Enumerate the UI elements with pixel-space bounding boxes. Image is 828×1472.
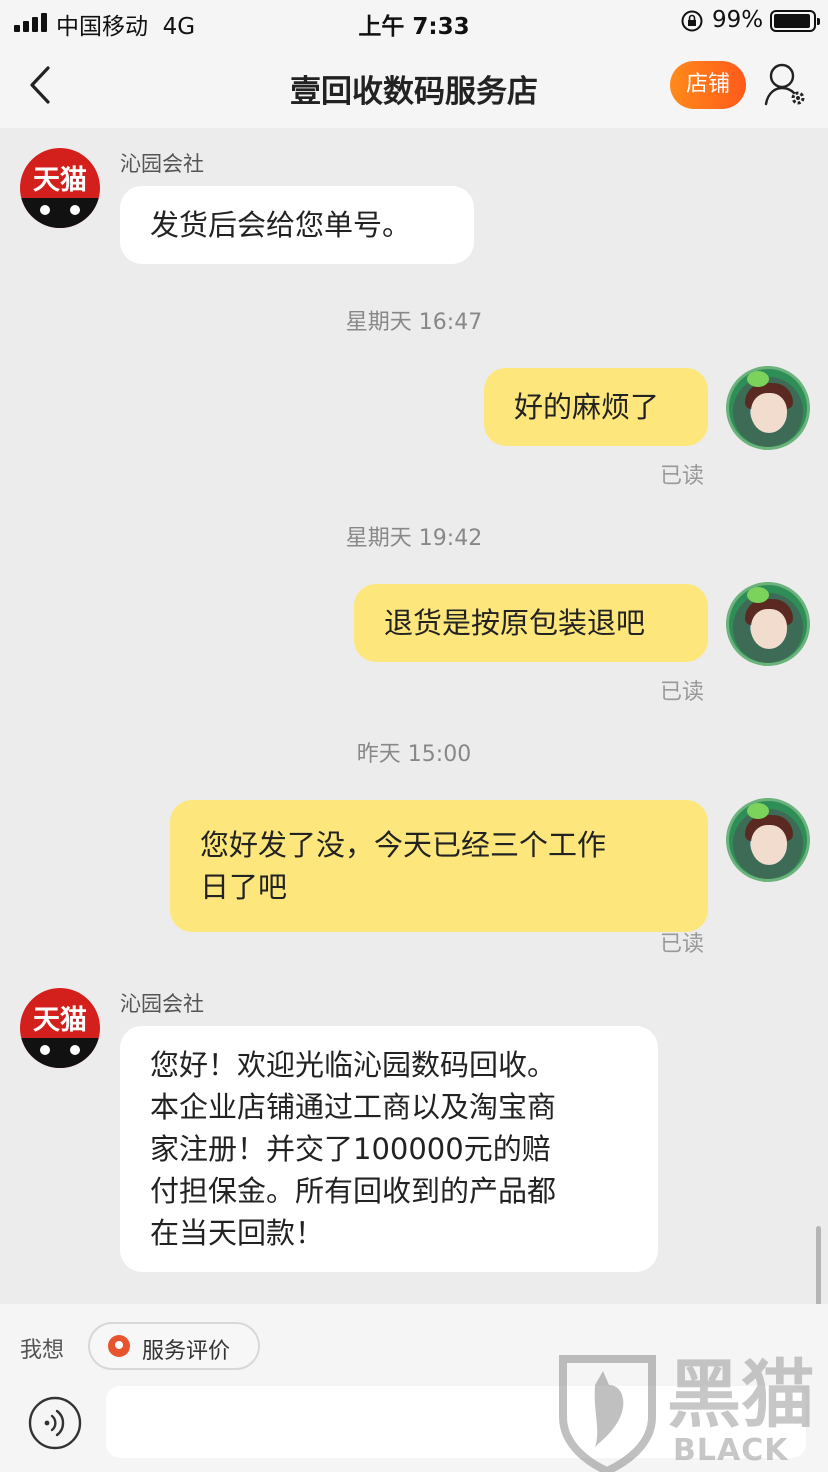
message-line: 付担保金。所有回收到的产品都 [150, 1174, 557, 1208]
user-avatar[interactable] [726, 366, 810, 450]
user-settings-icon[interactable] [762, 60, 808, 110]
sender-name: 沁园会社 [120, 152, 204, 176]
message-bubble[interactable]: 退货是按原包装退吧 [354, 584, 708, 662]
battery-icon [770, 10, 820, 32]
scrollbar[interactable] [816, 1226, 821, 1306]
message-bubble[interactable]: 您好！欢迎光临沁园数码回收。 本企业店铺通过工商以及淘宝商 家注册！并交了100… [120, 1026, 658, 1272]
message-bubble[interactable]: 您好发了没，今天已经三个工作 日了吧 [170, 800, 708, 932]
service-rating-label: 服务评价 [142, 1339, 231, 1364]
timestamp: 星期天 19:42 [345, 526, 483, 551]
message-line: 家注册！并交了100000元的赔 [150, 1132, 551, 1166]
rotation-lock-icon [681, 10, 703, 32]
tmall-avatar[interactable]: 天猫 [20, 988, 100, 1068]
battery-percent: 99% [712, 7, 764, 33]
user-avatar[interactable] [726, 582, 810, 666]
nav-bar: 壹回收数码服务店 店铺 [0, 44, 828, 128]
message-line: 本企业店铺通过工商以及淘宝商 [150, 1090, 557, 1124]
message-bubble[interactable]: 发货后会给您单号。 [120, 186, 474, 264]
quick-action-label: 我想 [20, 1338, 65, 1363]
sender-name: 沁园会社 [120, 992, 204, 1016]
message-line: 日了吧 [200, 870, 288, 904]
message-input[interactable] [106, 1386, 806, 1458]
read-status: 已读 [660, 464, 705, 489]
read-status: 已读 [660, 680, 705, 705]
service-rating-chip[interactable]: 服务评价 [88, 1322, 260, 1370]
rating-icon [108, 1335, 130, 1357]
tmall-avatar[interactable]: 天猫 [20, 148, 100, 228]
shop-button[interactable]: 店铺 [670, 61, 746, 109]
message-line: 在当天回款！ [150, 1216, 325, 1250]
status-bar: 中国移动 4G 上午 7:33 99% [0, 0, 828, 44]
input-area: 我想 服务评价 [0, 1304, 828, 1472]
chat-area[interactable]: 天猫 沁园会社 发货后会给您单号。 星期天 16:47 好的麻烦了 已读 星期天… [0, 128, 828, 1306]
message-bubble[interactable]: 好的麻烦了 [484, 368, 708, 446]
message-line: 您好！欢迎光临沁园数码回收。 [150, 1048, 557, 1082]
user-avatar[interactable] [726, 798, 810, 882]
timestamp: 昨天 15:00 [356, 742, 472, 767]
message-line: 您好发了没，今天已经三个工作 [200, 828, 607, 862]
voice-icon[interactable] [28, 1396, 82, 1450]
read-status: 已读 [660, 932, 705, 957]
timestamp: 星期天 16:47 [345, 310, 483, 335]
